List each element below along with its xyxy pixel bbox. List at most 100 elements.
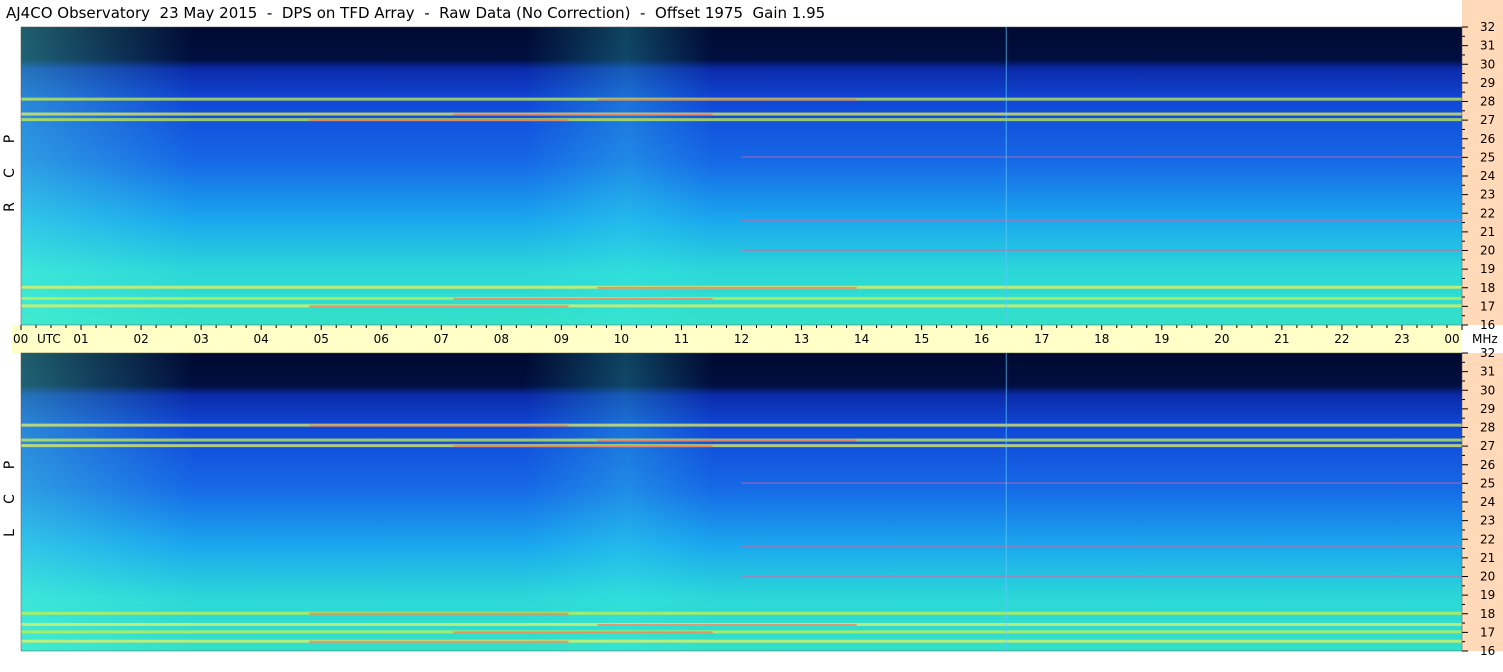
x-tick-label: 07	[434, 332, 449, 346]
y-tick-label: 31	[1480, 39, 1495, 53]
y-tick-label: 17	[1480, 625, 1495, 639]
heatmap-glow	[21, 27, 1462, 325]
y-unit-label: MHz	[1472, 332, 1498, 346]
x-tick-label: 00	[1444, 332, 1459, 346]
bright-band-core	[453, 631, 713, 634]
x-unit-label: UTC	[37, 332, 61, 346]
y-tick-label: 29	[1480, 76, 1495, 90]
x-tick-label: 10	[614, 332, 629, 346]
x-tick-label: 12	[734, 332, 749, 346]
x-tick-label: 16	[974, 332, 989, 346]
polarization-label-char: P	[2, 135, 18, 143]
narrow-line	[741, 249, 1462, 251]
narrow-line	[741, 156, 1462, 158]
heatmap-panel-lcp	[20, 352, 1463, 652]
y-tick-label: 17	[1480, 299, 1495, 313]
y-tick-label: 29	[1480, 402, 1495, 416]
x-tick-label: 08	[494, 332, 509, 346]
y-tick-label: 22	[1480, 532, 1495, 546]
y-tick-label: 26	[1480, 132, 1495, 146]
bright-band-core	[453, 113, 713, 116]
bright-band	[21, 630, 1462, 634]
x-tick-label: 14	[854, 332, 869, 346]
x-tick-label: 22	[1334, 332, 1349, 346]
heatmap-panel-rcp	[20, 26, 1463, 326]
bright-band-core	[309, 612, 569, 615]
y-tick-label: 32	[1480, 20, 1495, 34]
y-tick-label: 21	[1480, 551, 1495, 565]
x-tick-label: 09	[554, 332, 569, 346]
polarization-label-char: C	[2, 168, 18, 178]
y-tick-label: 23	[1480, 514, 1495, 528]
x-tick-label: 19	[1154, 332, 1169, 346]
bright-band-core	[597, 286, 857, 289]
x-tick-label: 20	[1214, 332, 1229, 346]
y-tick-label: 24	[1480, 169, 1495, 183]
y-tick-label: 27	[1480, 439, 1495, 453]
polarization-label-char: P	[2, 461, 18, 469]
x-tick-label: 05	[314, 332, 329, 346]
y-tick-label: 18	[1480, 281, 1495, 295]
x-tick-label: 18	[1094, 332, 1109, 346]
bright-band	[21, 639, 1462, 643]
x-tick-label: 15	[914, 332, 929, 346]
polarization-label-char: L	[2, 529, 18, 537]
polarization-label-char: R	[2, 202, 18, 212]
bright-band-core	[453, 297, 713, 300]
narrow-line	[741, 575, 1462, 577]
bright-band	[21, 444, 1462, 448]
narrow-line	[741, 545, 1462, 548]
y-tick-label: 31	[1480, 365, 1495, 379]
y-tick-label: 19	[1480, 262, 1495, 276]
y-tick-label: 25	[1480, 476, 1495, 490]
y-tick-label: 18	[1480, 607, 1495, 621]
y-tick-label: 20	[1480, 244, 1495, 258]
y-tick-label: 30	[1480, 57, 1495, 71]
bright-band-core	[309, 640, 569, 643]
y-tick-label: 16	[1480, 644, 1495, 658]
bright-band	[21, 112, 1462, 116]
bright-band	[21, 296, 1462, 300]
x-tick-label: 00	[13, 332, 28, 346]
x-tick-label: 06	[374, 332, 389, 346]
x-tick-label: 11	[674, 332, 689, 346]
y-tick-label: 20	[1480, 570, 1495, 584]
y-tick-label: 22	[1480, 206, 1495, 220]
bright-band-core	[309, 305, 569, 308]
x-tick-label: 01	[73, 332, 88, 346]
narrow-line	[741, 219, 1462, 222]
heatmap-glow	[21, 353, 1462, 651]
x-tick-label: 21	[1274, 332, 1289, 346]
spectrogram-chart: 16 17 18 19 20 21 22 23 24 25 26 27 28 29 30 31 32 R C P 16 1…	[2, 0, 1503, 658]
y-tick-label: 19	[1480, 588, 1495, 602]
y-tick-label: 27	[1480, 113, 1495, 127]
vertical-interference-line	[1005, 27, 1007, 325]
narrow-line	[741, 482, 1462, 484]
y-tick-label: 28	[1480, 421, 1495, 435]
x-tick-label: 17	[1034, 332, 1049, 346]
bright-band-core	[597, 98, 857, 101]
bright-band-core	[309, 424, 569, 427]
polarization-label-char: C	[2, 494, 18, 504]
y-tick-label: 25	[1480, 150, 1495, 164]
y-tick-label: 23	[1480, 188, 1495, 202]
bright-band-core	[453, 445, 713, 448]
y-tick-label: 26	[1480, 458, 1495, 472]
bright-band-core	[597, 439, 857, 442]
y-tick-label: 16	[1480, 318, 1495, 332]
bright-band-core	[309, 119, 569, 122]
y-tick-label: 21	[1480, 225, 1495, 239]
y-tick-label: 24	[1480, 495, 1495, 509]
x-tick-label: 02	[133, 332, 148, 346]
bright-band	[21, 611, 1462, 615]
vertical-interference-line	[1005, 353, 1007, 651]
bright-band	[21, 118, 1462, 122]
x-tick-label: 04	[254, 332, 269, 346]
x-tick-label: 13	[794, 332, 809, 346]
y-tick-label: 30	[1480, 383, 1495, 397]
bright-band	[21, 304, 1462, 308]
y-tick-label: 28	[1480, 95, 1495, 109]
x-tick-label: 03	[193, 332, 208, 346]
x-tick-label: 23	[1394, 332, 1409, 346]
bright-band-core	[597, 623, 857, 626]
